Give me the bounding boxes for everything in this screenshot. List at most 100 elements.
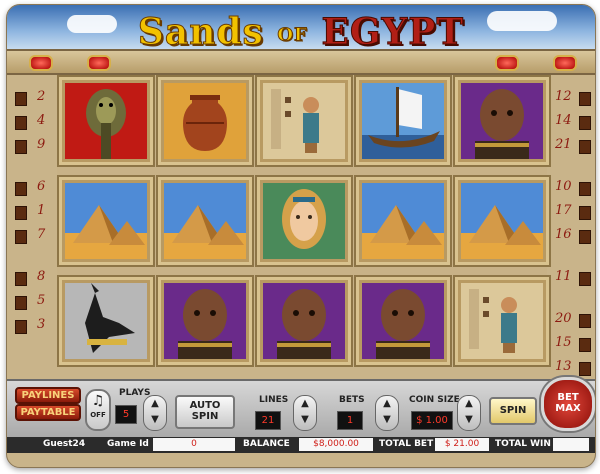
bets-label: BETS [339, 395, 365, 405]
payline-number: 9 [37, 137, 46, 152]
sound-toggle[interactable]: ♫ OFF [85, 389, 111, 431]
auto-spin-button[interactable]: AUTO SPIN [175, 395, 235, 429]
game-id-label: Game Id [107, 439, 149, 449]
lines-label: LINES [259, 395, 289, 405]
bets-stepper[interactable]: ▲ ▼ [375, 395, 399, 431]
plays-stepper[interactable]: ▲ ▼ [143, 395, 167, 431]
payline-number: 14 [555, 113, 572, 128]
payline-marker-icon [15, 272, 27, 286]
payline-indicator[interactable]: 17 [551, 201, 591, 225]
paytable-button[interactable]: PAYTABLE [15, 404, 81, 421]
payline-indicator[interactable]: 6 [11, 177, 51, 201]
reel-cell [354, 75, 452, 167]
payline-marker-icon [579, 206, 591, 220]
arrow-up-icon[interactable]: ▲ [376, 396, 398, 412]
balance-value: $8,000.00 [299, 438, 373, 451]
payline-indicator[interactable]: 7 [11, 225, 51, 249]
payline-indicator[interactable]: 1 [11, 201, 51, 225]
lines-stepper[interactable]: ▲ ▼ [293, 395, 317, 431]
payline-indicator[interactable]: 8 [11, 267, 51, 291]
coin-size-value: $ 1.00 [411, 411, 453, 430]
payline-marker-icon [579, 182, 591, 196]
control-panel: PAYLINES PAYTABLE ♫ OFF PLAYS 5 ▲ ▼ AUTO … [7, 377, 595, 439]
payline-marker-icon [15, 182, 27, 196]
arrow-down-icon[interactable]: ▼ [458, 412, 480, 428]
plays-value: 5 [115, 405, 137, 424]
urn-symbol-icon [164, 83, 246, 159]
payline-indicator[interactable]: 4 [11, 111, 51, 135]
payline-number: 8 [37, 269, 46, 284]
arrow-up-icon[interactable]: ▲ [294, 396, 316, 412]
arrow-up-icon[interactable]: ▲ [458, 396, 480, 412]
cleopatra-symbol-icon [263, 183, 345, 259]
total-bet-value: $ 21.00 [435, 438, 489, 451]
payline-indicator[interactable]: 12 [551, 87, 591, 111]
payline-indicator[interactable]: 5 [11, 291, 51, 315]
payline-marker-icon [579, 272, 591, 286]
hieroglyph-goddess-symbol-icon [461, 283, 543, 359]
payline-indicator[interactable]: 20 [551, 309, 591, 333]
total-bet-label: TOTAL BET [379, 439, 434, 449]
cobra-symbol-icon [65, 83, 147, 159]
payline-indicator[interactable]: 21 [551, 135, 591, 159]
arrow-down-icon[interactable]: ▼ [376, 412, 398, 428]
bets-value: 1 [337, 411, 363, 430]
anubis-symbol-icon [65, 283, 147, 359]
balance-label: BALANCE [243, 439, 290, 449]
spin-button[interactable]: SPIN [489, 397, 537, 425]
arrow-down-icon[interactable]: ▼ [294, 412, 316, 428]
lines-value: 21 [255, 411, 281, 430]
reel-cell [156, 75, 254, 167]
payline-marker-icon [579, 338, 591, 352]
total-win-value [553, 438, 589, 451]
payline-number: 3 [37, 317, 46, 332]
payline-number: 15 [555, 335, 572, 350]
reel-cell [57, 275, 155, 367]
pyramids-symbol-icon [65, 183, 147, 259]
payline-marker-icon [15, 116, 27, 130]
pharaoh-symbol-icon [362, 283, 444, 359]
payline-marker-icon [579, 140, 591, 154]
title-of: OF [277, 24, 308, 46]
paylines-left: 2 4 9 6 1 7 8 5 3 [11, 87, 51, 339]
reel-cell [255, 75, 353, 167]
status-bar: Guest24 Game Id 0 BALANCE $8,000.00 TOTA… [7, 437, 595, 453]
reel-cell [453, 175, 551, 267]
arrow-down-icon[interactable]: ▼ [144, 412, 166, 428]
pharaoh-symbol-icon [461, 83, 543, 159]
payline-indicator[interactable]: 2 [11, 87, 51, 111]
bet-max-label-1: BET [557, 392, 579, 403]
payline-marker-icon [15, 140, 27, 154]
pyramids-symbol-icon [362, 183, 444, 259]
payline-marker-icon [15, 230, 27, 244]
payline-number: 16 [555, 227, 572, 242]
payline-indicator[interactable]: 14 [551, 111, 591, 135]
gem-icon [29, 55, 53, 71]
payline-number: 21 [555, 137, 572, 152]
payline-indicator[interactable]: 15 [551, 333, 591, 357]
reel-cell [354, 175, 452, 267]
ship-symbol-icon [362, 83, 444, 159]
pyramids-symbol-icon [461, 183, 543, 259]
auto-spin-label-1: AUTO [189, 400, 221, 411]
paylines-button[interactable]: PAYLINES [15, 387, 81, 404]
payline-marker-icon [15, 296, 27, 310]
coin-size-stepper[interactable]: ▲ ▼ [457, 395, 481, 431]
gem-icon [87, 55, 111, 71]
payline-indicator[interactable]: 9 [11, 135, 51, 159]
music-note-icon: ♫ [91, 393, 105, 409]
payline-indicator[interactable]: 10 [551, 177, 591, 201]
reel-cell [453, 75, 551, 167]
auto-spin-label-2: SPIN [191, 411, 219, 422]
bet-max-button[interactable]: BET MAX [541, 377, 595, 431]
coin-size-label: COIN SIZE [409, 395, 460, 405]
payline-number: 12 [555, 89, 572, 104]
payline-indicator[interactable]: 11 [551, 267, 591, 291]
pharaoh-symbol-icon [263, 283, 345, 359]
paylines-right: 12 14 21 10 17 16 11 20 15 13 [551, 87, 591, 381]
payline-indicator[interactable]: 3 [11, 315, 51, 339]
arrow-up-icon[interactable]: ▲ [144, 396, 166, 412]
payline-number: 2 [37, 89, 46, 104]
payline-indicator[interactable]: 16 [551, 225, 591, 249]
payline-number: 17 [555, 203, 572, 218]
